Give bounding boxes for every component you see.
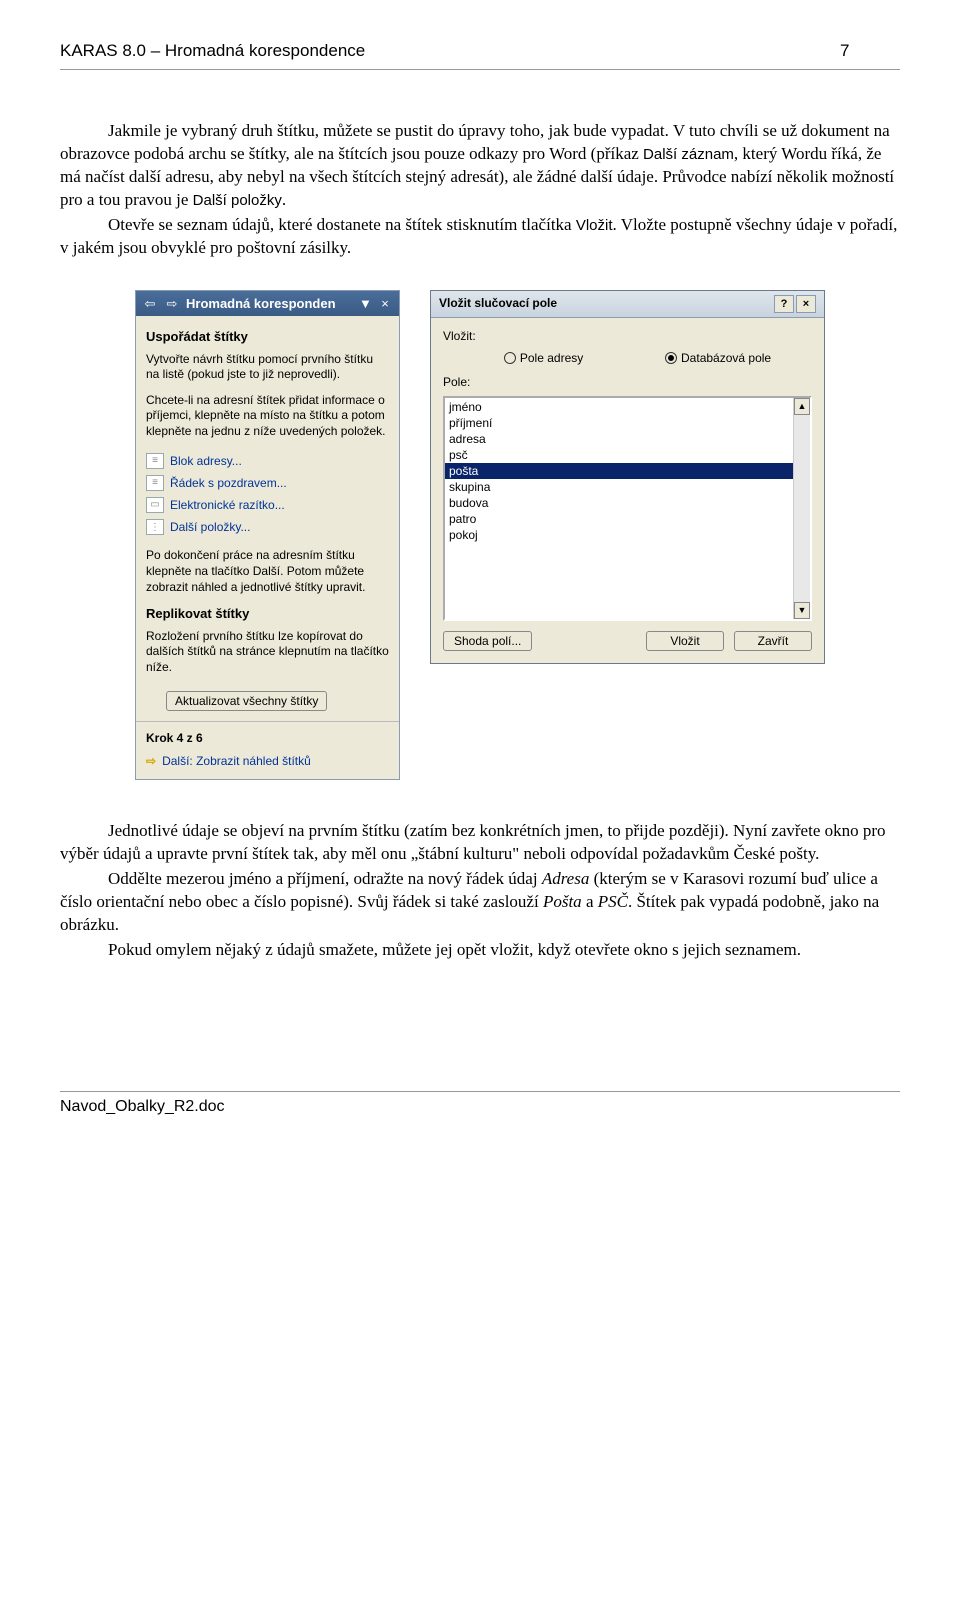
field-label: Pole: [443, 374, 812, 390]
address-block-icon: ≡ [146, 453, 164, 469]
paragraph-5: Pokud omylem nějaký z údajů smažete, můž… [60, 939, 900, 962]
paragraph-1: Jakmile je vybraný druh štítku, můžete s… [60, 120, 900, 212]
taskpane-mailmerge: ⇦ ⇨ Hromadná koresponden ▼ × Uspořádat š… [135, 290, 400, 780]
list-item[interactable]: jméno [445, 399, 793, 415]
scroll-down-icon[interactable]: ▼ [794, 602, 810, 619]
taskpane-titlebar: ⇦ ⇨ Hromadná koresponden ▼ × [136, 291, 399, 317]
replicate-text: Rozložení prvního štítku lze kopírovat d… [146, 629, 389, 676]
footer-filename: Navod_Obalky_R2.doc [60, 1098, 225, 1115]
link-label: Elektronické razítko... [170, 497, 285, 513]
insert-merge-field-dialog: Vložit slučovací pole ? × Vložit: Pole a… [430, 290, 825, 665]
paragraph-4: Oddělte mezerou jméno a příjmení, odražt… [60, 868, 900, 937]
insert-button[interactable]: Vložit [646, 631, 724, 651]
taskpane-body: Uspořádat štítky Vytvořte návrh štítku p… [136, 316, 399, 721]
link-label: Další položky... [170, 519, 250, 535]
scroll-up-icon[interactable]: ▲ [794, 398, 810, 415]
next-label: Další: Zobrazit náhled štítků [162, 753, 311, 769]
list-item[interactable]: příjmení [445, 415, 793, 431]
radio-icon [665, 352, 677, 364]
forward-icon[interactable]: ⇨ [164, 295, 180, 313]
scrollbar[interactable]: ▲ ▼ [793, 398, 810, 619]
close-icon[interactable]: × [796, 295, 816, 313]
link-epostage[interactable]: ▭ Elektronické razítko... [146, 494, 389, 516]
page-header: KARAS 8.0 – Hromadná korespondence 7 [60, 40, 900, 70]
list-item[interactable]: adresa [445, 431, 793, 447]
doc-title: KARAS 8.0 – Hromadná korespondence [60, 40, 840, 63]
section-arrange-heading: Uspořádat štítky [146, 328, 389, 346]
radio-address-fields[interactable]: Pole adresy [504, 350, 583, 366]
insert-label: Vložit: [443, 328, 812, 344]
radio-label: Pole adresy [520, 350, 583, 366]
dialog-titlebar: Vložit slučovací pole ? × [431, 291, 824, 318]
paragraph-2: Otevře se seznam údajů, které dostanete … [60, 214, 900, 260]
dropdown-icon[interactable]: ▼ [359, 295, 371, 313]
back-icon[interactable]: ⇦ [142, 295, 158, 313]
greeting-icon: ≡ [146, 475, 164, 491]
radio-group: Pole adresy Databázová pole [463, 350, 812, 366]
page-footer: Navod_Obalky_R2.doc [60, 1091, 900, 1118]
section-replicate-heading: Replikovat štítky [146, 605, 389, 623]
match-fields-button[interactable]: Shoda polí... [443, 631, 532, 651]
taskpane-footer: Krok 4 z 6 ⇨ Další: Zobrazit náhled štít… [136, 721, 399, 778]
list-item[interactable]: pokoj [445, 527, 793, 543]
scroll-track[interactable] [794, 415, 810, 602]
dialog-buttons: Shoda polí... Vložit Zavřít [443, 621, 812, 653]
radio-database-fields[interactable]: Databázová pole [665, 350, 771, 366]
link-address-block[interactable]: ≡ Blok adresy... [146, 450, 389, 472]
list-item[interactable]: psč [445, 447, 793, 463]
list-item[interactable]: budova [445, 495, 793, 511]
arrange-text-2: Chcete-li na adresní štítek přidat infor… [146, 393, 389, 440]
postage-icon: ▭ [146, 497, 164, 513]
link-label: Blok adresy... [170, 453, 242, 469]
taskpane-title: Hromadná koresponden [186, 295, 353, 313]
link-label: Řádek s pozdravem... [170, 475, 287, 491]
close-icon[interactable]: × [377, 295, 393, 313]
fields-listbox[interactable]: jméno příjmení adresa psč pošta skupina … [443, 396, 812, 621]
list-item-selected[interactable]: pošta [445, 463, 793, 479]
dialog-body: Vložit: Pole adresy Databázová pole Pole… [431, 318, 824, 664]
page-number: 7 [840, 40, 900, 63]
close-button[interactable]: Zavřít [734, 631, 812, 651]
more-items-icon: ⋮ [146, 519, 164, 535]
link-more-items[interactable]: ⋮ Další položky... [146, 516, 389, 538]
dialog-title: Vložit slučovací pole [439, 295, 772, 311]
screenshots-row: ⇦ ⇨ Hromadná koresponden ▼ × Uspořádat š… [60, 290, 900, 780]
list-item[interactable]: patro [445, 511, 793, 527]
step-indicator: Krok 4 z 6 [146, 730, 389, 746]
link-greeting-line[interactable]: ≡ Řádek s pozdravem... [146, 472, 389, 494]
next-step-link[interactable]: ⇨ Další: Zobrazit náhled štítků [146, 751, 389, 771]
arrange-text-1: Vytvořte návrh štítku pomocí prvního ští… [146, 352, 389, 383]
update-all-labels-button[interactable]: Aktualizovat všechny štítky [166, 691, 327, 711]
paragraph-3: Jednotlivé údaje se objeví na prvním ští… [60, 820, 900, 866]
forward-arrow-icon: ⇨ [146, 753, 156, 769]
listbox-items: jméno příjmení adresa psč pošta skupina … [445, 398, 793, 619]
help-icon[interactable]: ? [774, 295, 794, 313]
list-item[interactable]: skupina [445, 479, 793, 495]
arrange-text-3: Po dokončení práce na adresním štítku kl… [146, 548, 389, 595]
radio-icon [504, 352, 516, 364]
radio-label: Databázová pole [681, 350, 771, 366]
